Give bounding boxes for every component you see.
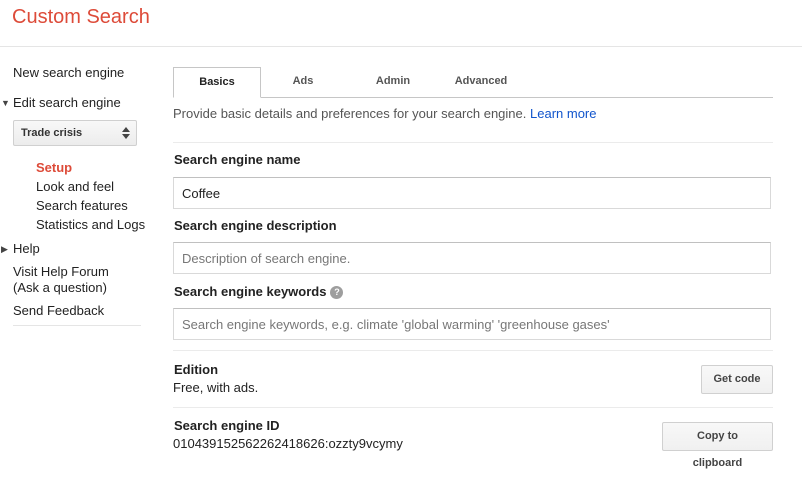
section-divider [173,407,773,408]
intro-description: Provide basic details and preferences fo… [173,106,527,121]
tab-bar: Basics Ads Admin Advanced [173,67,773,98]
copy-to-clipboard-button[interactable]: Copy to clipboard [662,422,773,469]
sidebar-item-setup[interactable]: Setup [36,160,72,175]
section-divider [173,142,773,143]
edition-value: Free, with ads. [173,380,259,395]
tab-basics[interactable]: Basics [173,67,261,98]
engine-select-value: Trade crisis [21,127,83,139]
send-feedback-link[interactable]: Send Feedback [13,303,104,318]
engine-name-label: Search engine name [174,152,301,167]
tab-ads[interactable]: Ads [268,67,338,97]
app-title: Custom Search [12,6,150,28]
engine-keywords-label-text: Search engine keywords [174,284,327,299]
help-forum-label: Visit Help Forum [13,264,109,279]
help-forum-sublabel: (Ask a question) [13,280,107,295]
sidebar-item-statistics-logs[interactable]: Statistics and Logs [36,217,145,232]
edit-search-engine-link[interactable]: Edit search engine [13,95,121,110]
intro-text: Provide basic details and preferences fo… [173,106,596,121]
sidebar-divider [13,325,141,326]
get-code-button[interactable]: Get code [701,365,773,394]
header-divider [0,46,802,47]
help-link[interactable]: Help [13,241,40,256]
select-arrows-icon [122,127,130,139]
expand-down-icon[interactable]: ▼ [1,98,10,108]
edition-label: Edition [174,362,219,377]
tab-admin[interactable]: Admin [353,67,433,97]
engine-id-label: Search engine ID [174,418,280,433]
engine-name-input[interactable] [173,177,771,209]
section-divider [173,350,773,351]
expand-right-icon[interactable]: ▶ [1,244,8,255]
engine-keywords-label: Search engine keywords? [174,284,344,299]
sidebar-item-look-and-feel[interactable]: Look and feel [36,179,114,194]
engine-description-input[interactable] [173,242,771,274]
sidebar-item-search-features[interactable]: Search features [36,198,128,213]
engine-keywords-input[interactable] [173,308,771,340]
tab-advanced[interactable]: Advanced [441,67,521,97]
engine-select[interactable]: Trade crisis [13,120,137,146]
help-forum-link[interactable]: Visit Help Forum (Ask a question) [13,264,109,295]
learn-more-link[interactable]: Learn more [530,106,596,121]
help-icon[interactable]: ? [330,286,344,299]
engine-description-label: Search engine description [174,218,337,233]
new-search-engine-link[interactable]: New search engine [13,65,124,80]
